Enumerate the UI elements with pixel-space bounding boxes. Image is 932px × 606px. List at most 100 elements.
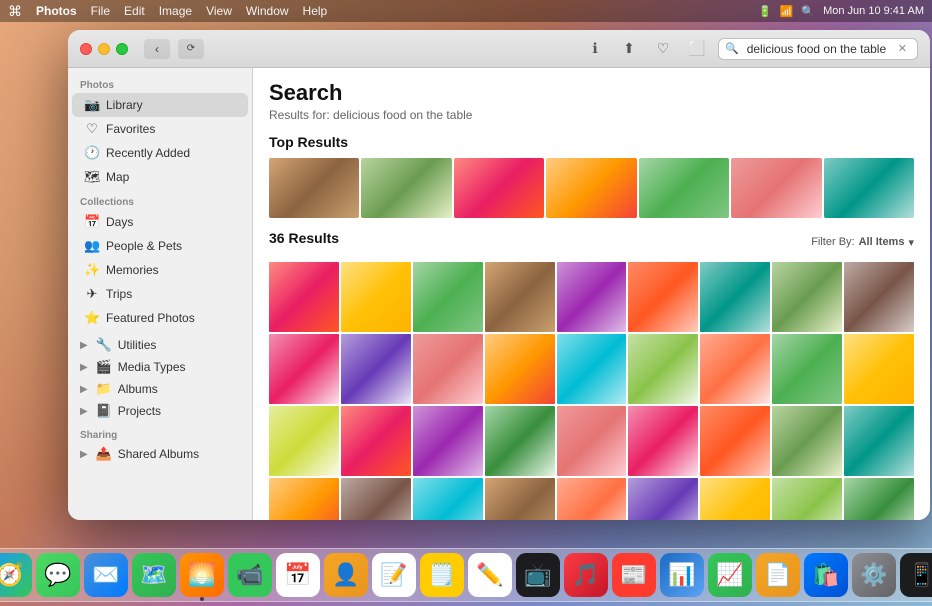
app-name-menu[interactable]: Photos (36, 4, 77, 18)
sidebar-item-projects[interactable]: ▶ 📓 Projects (68, 400, 252, 422)
sidebar-item-trips[interactable]: ✈ Trips (72, 282, 248, 306)
heart-button[interactable]: ♡ (650, 39, 676, 59)
dock-appletv[interactable]: 📺 (516, 553, 560, 597)
dock-messages[interactable]: 💬 (36, 553, 80, 597)
photo-24[interactable] (628, 406, 698, 476)
image-menu[interactable]: Image (159, 4, 192, 18)
dock-appstore[interactable]: 🛍️ (804, 553, 848, 597)
sidebar-item-days[interactable]: 📅 Days (72, 210, 248, 234)
photo-22[interactable] (485, 406, 555, 476)
photo-32[interactable] (557, 478, 627, 520)
top-photo-7[interactable] (824, 158, 914, 218)
back-button[interactable]: ‹ (144, 39, 170, 59)
photo-20[interactable] (341, 406, 411, 476)
sidebar-item-media-types[interactable]: ▶ 🎬 Media Types (68, 356, 252, 378)
dock-numbers[interactable]: 📈 (708, 553, 752, 597)
search-input-bar[interactable]: 🔍 delicious food on the table ✕ (718, 38, 918, 60)
minimize-button[interactable] (98, 43, 110, 55)
photo-29[interactable] (341, 478, 411, 520)
photo-27[interactable] (844, 406, 914, 476)
sidebar-item-utilities[interactable]: ▶ 🔧 Utilities (68, 334, 252, 356)
help-menu[interactable]: Help (303, 4, 328, 18)
dock-freeform[interactable]: ✏️ (468, 553, 512, 597)
photo-36[interactable] (844, 478, 914, 520)
photo-25[interactable] (700, 406, 770, 476)
dock-iphone-mirroring[interactable]: 📱 (900, 553, 932, 597)
dock-mail[interactable]: ✉️ (84, 553, 128, 597)
photo-10[interactable] (269, 334, 339, 404)
top-photo-1[interactable] (269, 158, 359, 218)
close-button[interactable] (80, 43, 92, 55)
dock-facetime[interactable]: 📹 (228, 553, 272, 597)
sidebar-item-recently-added[interactable]: 🕐 Recently Added (72, 141, 248, 165)
photo-35[interactable] (772, 478, 842, 520)
top-photo-5[interactable] (639, 158, 729, 218)
dock-pages[interactable]: 📄 (756, 553, 800, 597)
photo-21[interactable] (413, 406, 483, 476)
trash-button[interactable]: ⬜ (684, 39, 710, 59)
photo-7[interactable] (700, 262, 770, 332)
dock-music[interactable]: 🎵 (564, 553, 608, 597)
news-icon: 📰 (620, 562, 647, 588)
top-photo-4[interactable] (546, 158, 636, 218)
edit-menu[interactable]: Edit (124, 4, 145, 18)
sidebar-item-library[interactable]: 📷 Library (72, 93, 248, 117)
photo-5[interactable] (557, 262, 627, 332)
photo-4[interactable] (485, 262, 555, 332)
dock-notes[interactable]: 🗒️ (420, 553, 464, 597)
photo-13[interactable] (485, 334, 555, 404)
photo-15[interactable] (628, 334, 698, 404)
search-clear-button[interactable]: ✕ (898, 42, 907, 55)
dock-contacts[interactable]: 👤 (324, 553, 368, 597)
photo-19[interactable] (269, 406, 339, 476)
maximize-button[interactable] (116, 43, 128, 55)
sidebar-item-albums[interactable]: ▶ 📁 Albums (68, 378, 252, 400)
search-query-text[interactable]: delicious food on the table (747, 42, 894, 56)
top-photo-6[interactable] (731, 158, 821, 218)
dock-reminders[interactable]: 📝 (372, 553, 416, 597)
photo-31[interactable] (485, 478, 555, 520)
photo-33[interactable] (628, 478, 698, 520)
sidebar-item-featured-photos[interactable]: ⭐ Featured Photos (72, 306, 248, 330)
dock-calendar[interactable]: 📅 (276, 553, 320, 597)
photo-16[interactable] (700, 334, 770, 404)
search-icon-menu[interactable]: 🔍 (801, 5, 815, 18)
file-menu[interactable]: File (91, 4, 110, 18)
dock-systemprefs[interactable]: ⚙️ (852, 553, 896, 597)
sidebar-item-people-pets[interactable]: 👥 People & Pets (72, 234, 248, 258)
rotate-button[interactable]: ⟳ (178, 39, 204, 59)
photo-11[interactable] (341, 334, 411, 404)
dock-safari[interactable]: 🧭 (0, 553, 32, 597)
photo-28[interactable] (269, 478, 339, 520)
photo-6[interactable] (628, 262, 698, 332)
filter-by-button[interactable]: Filter By: All Items ▾ (811, 236, 914, 249)
sidebar-item-memories[interactable]: ✨ Memories (72, 258, 248, 282)
photo-34[interactable] (700, 478, 770, 520)
apple-menu[interactable]: ⌘ (8, 3, 22, 20)
window-menu[interactable]: Window (246, 4, 289, 18)
photo-30[interactable] (413, 478, 483, 520)
top-photo-2[interactable] (361, 158, 451, 218)
dock-maps[interactable]: 🗺️ (132, 553, 176, 597)
photo-3[interactable] (413, 262, 483, 332)
top-photo-3[interactable] (454, 158, 544, 218)
photo-17[interactable] (772, 334, 842, 404)
photo-14[interactable] (557, 334, 627, 404)
photo-1[interactable] (269, 262, 339, 332)
photo-8[interactable] (772, 262, 842, 332)
photo-18[interactable] (844, 334, 914, 404)
photo-23[interactable] (557, 406, 627, 476)
photo-26[interactable] (772, 406, 842, 476)
dock-news[interactable]: 📰 (612, 553, 656, 597)
sidebar-item-shared-albums[interactable]: ▶ 📤 Shared Albums (68, 443, 252, 465)
sidebar-item-map[interactable]: 🗺 Map (72, 165, 248, 189)
dock-photos[interactable]: 🌅 (180, 553, 224, 597)
photo-9[interactable] (844, 262, 914, 332)
share-button[interactable]: ⬆ (616, 39, 642, 59)
photo-2[interactable] (341, 262, 411, 332)
dock-keynote[interactable]: 📊 (660, 553, 704, 597)
photo-12[interactable] (413, 334, 483, 404)
view-menu[interactable]: View (206, 4, 232, 18)
sidebar-item-favorites[interactable]: ♡ Favorites (72, 117, 248, 141)
info-button[interactable]: ℹ (582, 39, 608, 59)
